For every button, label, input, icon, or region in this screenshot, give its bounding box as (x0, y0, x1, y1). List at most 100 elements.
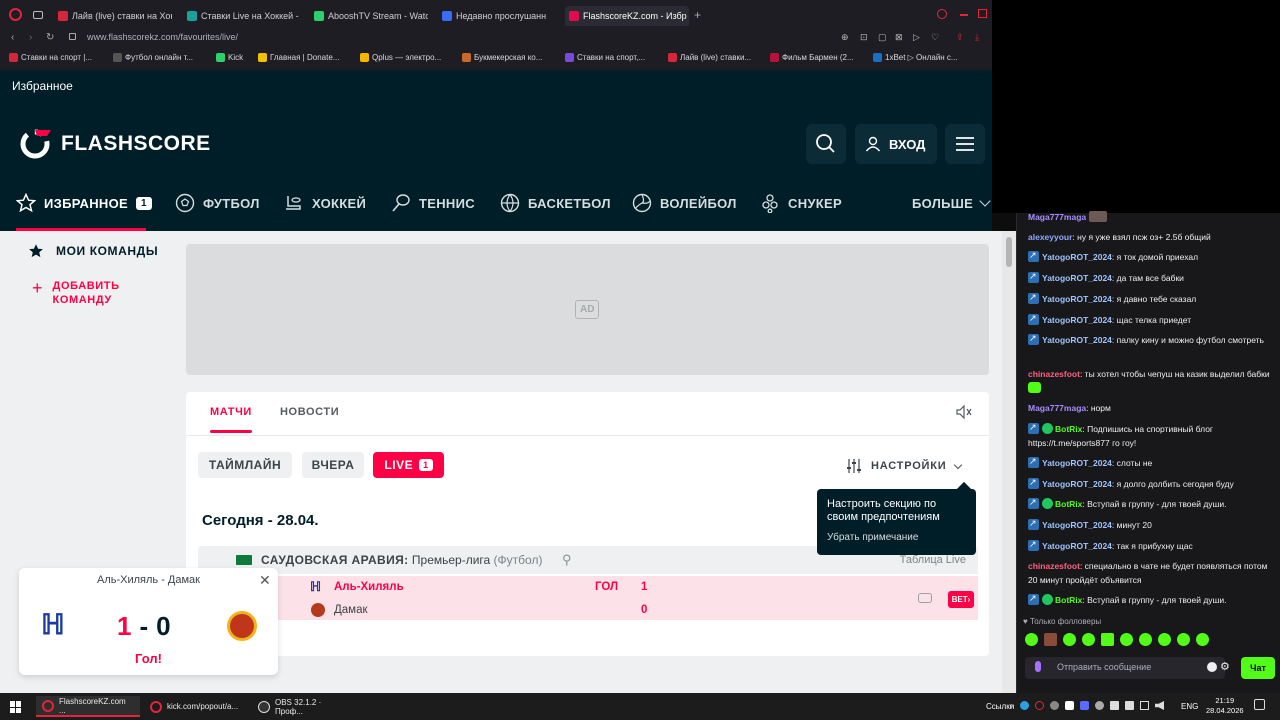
browser-tab[interactable]: Ставки Live на Хоккей - С (183, 6, 301, 26)
language-indicator[interactable]: ENG (1181, 702, 1198, 711)
tray-app-icon[interactable] (1050, 701, 1059, 710)
tab-overview-icon[interactable] (33, 11, 43, 19)
emote-icon[interactable] (1120, 633, 1133, 646)
chat-message: BotRix: Вступай в группу - для твоей душ… (1028, 591, 1273, 607)
taskbar-app[interactable]: kick.com/popout/a... (144, 696, 248, 717)
opera-logo-icon[interactable] (9, 8, 22, 21)
pin-icon[interactable]: ⚲ (562, 552, 572, 568)
volume-icon[interactable] (1155, 701, 1164, 710)
chat-input[interactable]: Отправить сообщение (1025, 657, 1225, 679)
tab-news[interactable]: НОВОСТИ (280, 406, 339, 418)
bookmark-item[interactable]: 1xBet ▷ Онлайн с... (873, 53, 958, 62)
tray-app-icon[interactable] (1035, 701, 1044, 710)
nav-more[interactable]: БОЛЬШЕ (912, 194, 991, 212)
mute-icon[interactable] (956, 404, 972, 420)
menu-button[interactable] (945, 124, 985, 164)
emoji-icon[interactable] (1207, 662, 1217, 672)
bookmark-item[interactable]: Kick (216, 53, 243, 62)
match-row[interactable]: ℍ Аль-Хиляль Дамак ГОЛ 1 0 BET › (198, 576, 978, 620)
chat-settings-icon[interactable]: ⚙ (1220, 660, 1230, 673)
tray-chevron-icon[interactable]: ‹ (1010, 701, 1013, 710)
capture-icon[interactable]: ⊡ (860, 32, 868, 43)
browser-tab[interactable]: Лайв (live) ставки на Хокк (54, 6, 172, 26)
notifications-icon[interactable] (1254, 699, 1265, 710)
browser-tab-active[interactable]: FlashscoreKZ.com - Избр (565, 6, 689, 26)
url-field[interactable]: www.flashscorekz.com/favourites/live/ (87, 32, 238, 42)
filter-yesterday[interactable]: ВЧЕРА (302, 452, 364, 478)
emote-icon[interactable] (1196, 633, 1209, 646)
clock[interactable]: 21:19 28.04.2026 (1206, 696, 1244, 716)
search-button[interactable] (806, 124, 846, 164)
nav-volleyball[interactable]: ВОЛЕЙБОЛ (632, 193, 737, 213)
filter-timeline[interactable]: ТАЙМЛАЙН (198, 452, 292, 478)
forward-icon[interactable]: › (29, 32, 32, 43)
tray-app-icon[interactable] (1065, 701, 1074, 710)
tab-matches[interactable]: МАТЧИ (210, 406, 252, 418)
emote-icon[interactable] (1177, 633, 1190, 646)
page-title-bar: Избранное (0, 70, 992, 100)
bookmark-item[interactable]: Футбол онлайн т... (113, 53, 193, 62)
close-icon[interactable]: ✕ (259, 572, 271, 589)
wallet-icon[interactable]: ♡ (931, 32, 939, 43)
flashscore-logo[interactable]: FLASHSCORE (17, 126, 211, 162)
tray-app-icon[interactable] (1095, 701, 1104, 710)
filter-live[interactable]: LIVE 1 (373, 452, 444, 478)
add-team-button[interactable]: + ДОБАВИТЬ КОМАНДУ (32, 279, 133, 307)
settings-button[interactable]: НАСТРОЙКИ (846, 458, 963, 474)
share-icon[interactable]: ⇪ (956, 32, 964, 43)
tray-app-icon[interactable] (1110, 701, 1119, 710)
emote-bar (1025, 633, 1209, 646)
emote-icon[interactable] (1158, 633, 1171, 646)
emote-icon[interactable] (1063, 633, 1076, 646)
nav-tennis[interactable]: ТЕННИС (391, 194, 475, 212)
emote-icon[interactable] (1101, 633, 1114, 646)
minimize-icon[interactable] (960, 14, 968, 16)
emote-icon[interactable] (1025, 633, 1038, 646)
snapshot-icon[interactable]: ▢ (878, 32, 887, 43)
live-table-link[interactable]: Таблица Live (900, 554, 966, 566)
browser-tab[interactable]: AbooshTV Stream - Watc (310, 6, 428, 26)
login-button[interactable]: ВХОД (855, 124, 937, 164)
page-scrollbar[interactable] (1002, 231, 1016, 693)
search-tabs-icon[interactable] (937, 9, 947, 19)
reload-icon[interactable]: ↻ (46, 32, 54, 43)
chat-send-button[interactable]: Чат (1241, 657, 1275, 679)
bookmark-item[interactable]: Букмекерская ко... (462, 53, 542, 62)
taskbar-app[interactable]: FlashscoreKZ.com ... (36, 696, 140, 717)
back-icon[interactable]: ‹ (11, 32, 14, 43)
emote-icon[interactable] (1139, 633, 1152, 646)
bookmark-item[interactable]: Фильм Бармен (2... (770, 53, 854, 62)
nav-snooker[interactable]: СНУКЕР (760, 194, 842, 213)
scrollbar-thumb[interactable] (1006, 237, 1012, 267)
tray-app-icon[interactable] (1020, 701, 1029, 710)
start-button[interactable] (10, 701, 22, 713)
emote-icon[interactable] (1082, 633, 1095, 646)
player-icon[interactable]: ▷ (913, 32, 920, 43)
nav-football[interactable]: ФУТБОЛ (175, 193, 260, 213)
taskbar-app[interactable]: OBS 32.1.2 · Проф... (252, 696, 356, 717)
bookmark-item[interactable]: Лайв (live) ставки... (668, 53, 751, 62)
nav-favourites[interactable]: ИЗБРАННОЕ 1 (16, 193, 152, 213)
bookmark-item[interactable]: Ставки на спорт,... (565, 53, 645, 62)
bet-button[interactable]: BET › (948, 591, 974, 608)
adblock-icon[interactable]: ⊠ (895, 32, 903, 43)
tray-app-icon[interactable] (1080, 701, 1089, 710)
ad-banner[interactable]: AD (186, 244, 989, 375)
nav-hockey[interactable]: ХОККЕЙ (284, 194, 366, 212)
zoom-icon[interactable]: ⊕ (841, 32, 849, 43)
maximize-icon[interactable] (978, 9, 987, 18)
tooltip-dismiss[interactable]: Убрать примечание (827, 532, 966, 543)
bookmark-item[interactable]: Ставки на спорт |... (9, 53, 92, 62)
download-icon[interactable]: ⤓ (975, 32, 979, 43)
emote-icon[interactable] (1044, 633, 1057, 646)
new-tab-icon[interactable]: + (694, 8, 701, 22)
tv-icon[interactable] (918, 593, 932, 603)
browser-tab[interactable]: Недавно прослушанн (438, 6, 556, 26)
tray-app-icon[interactable] (1125, 701, 1134, 710)
nav-basketball[interactable]: БАСКЕТБОЛ (500, 193, 611, 213)
damak-logo-icon (311, 603, 325, 617)
bookmark-item[interactable]: Qplus — электро... (360, 53, 441, 62)
network-icon[interactable] (1140, 701, 1149, 710)
microphone-icon[interactable] (1035, 661, 1041, 672)
bookmark-item[interactable]: Главная | Donate... (258, 53, 339, 62)
